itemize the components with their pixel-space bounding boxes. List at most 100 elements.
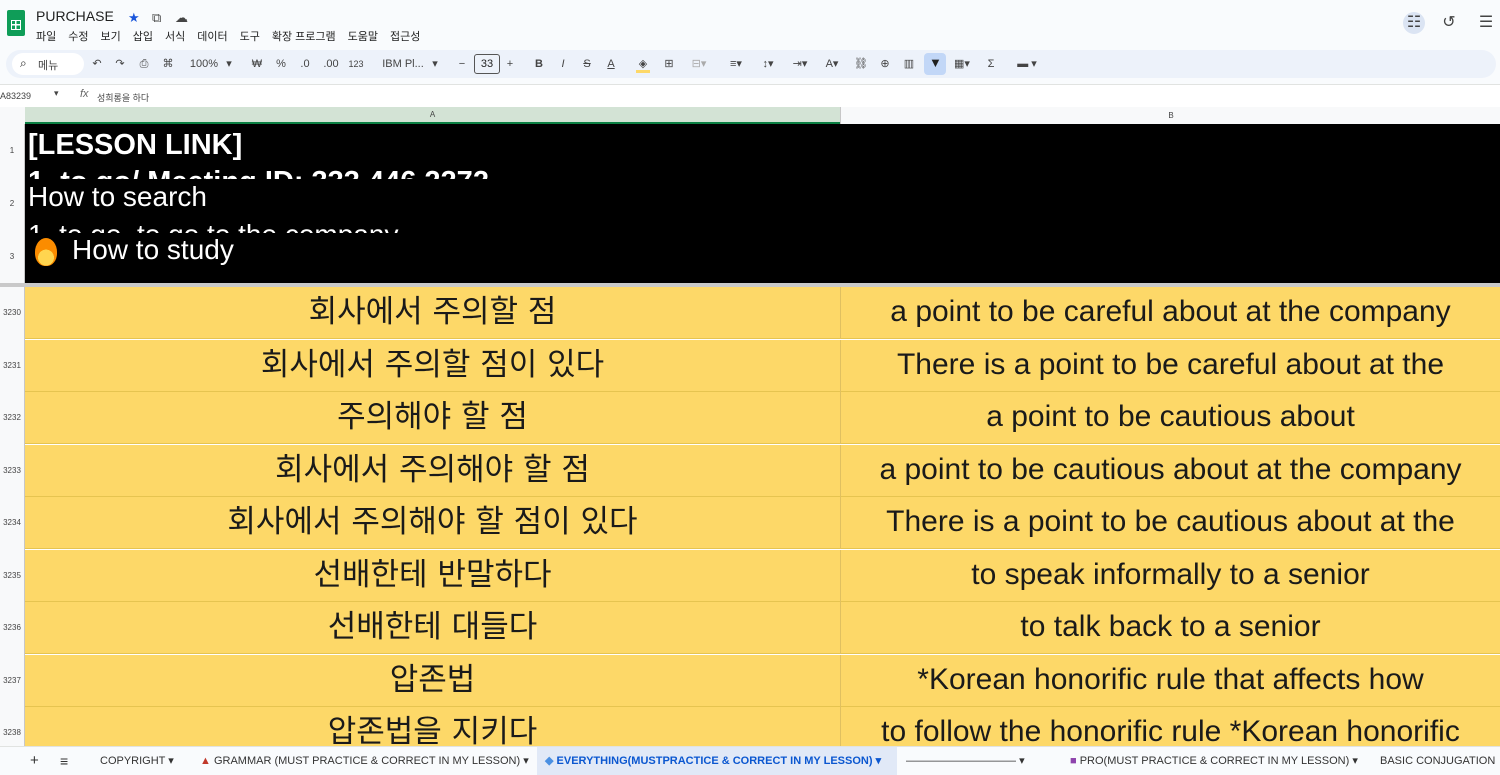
english-cell[interactable]: to follow the honorific rule *Korean hon…: [840, 707, 1500, 746]
menu-data[interactable]: 데이터: [197, 28, 227, 44]
menu-format[interactable]: 서식: [165, 28, 185, 44]
korean-cell[interactable]: 압존법: [25, 655, 840, 707]
english-cell[interactable]: to speak informally to a senior: [840, 549, 1500, 602]
row-number[interactable]: 1: [0, 124, 25, 177]
english-cell[interactable]: a point to be cautious about: [840, 392, 1500, 444]
english-cell[interactable]: There is a point to be careful about at …: [840, 339, 1500, 392]
formula-input[interactable]: 성희롱을 하다: [97, 91, 149, 104]
menu-accessibility[interactable]: 접근성: [390, 28, 420, 44]
tab-divider[interactable]: —————————— ▾: [906, 747, 1025, 775]
english-cell[interactable]: a point to be cautious about at the comp…: [840, 444, 1500, 497]
font-size-input[interactable]: 33: [474, 54, 500, 74]
fill-color-icon[interactable]: ◈: [636, 54, 650, 73]
merge-cells-icon[interactable]: ⊟▾: [688, 54, 710, 74]
korean-cell[interactable]: 주의해야 할 점: [25, 392, 840, 444]
menu-edit[interactable]: 수정: [68, 28, 88, 44]
row-number[interactable]: 3235: [0, 549, 25, 602]
font-chevron-icon[interactable]: ▾: [430, 54, 440, 74]
english-cell[interactable]: There is a point to be cautious about at…: [840, 497, 1500, 549]
tab-basic-conjugation[interactable]: BASIC CONJUGATION: [1380, 747, 1495, 775]
menu-file[interactable]: 파일: [36, 28, 56, 44]
text-wrap-icon[interactable]: ⇥▾: [788, 54, 812, 74]
tab-chevron-icon[interactable]: ▾: [1019, 755, 1025, 767]
row-number[interactable]: 3238: [0, 707, 25, 746]
filter-views-icon[interactable]: ▦▾: [950, 54, 974, 74]
redo-icon[interactable]: ↷: [113, 54, 127, 74]
korean-cell[interactable]: 회사에서 주의해야 할 점이 있다: [25, 497, 840, 549]
tab-chevron-icon[interactable]: ▾: [1352, 755, 1358, 767]
row-number[interactable]: 3231: [0, 339, 25, 392]
paint-format-icon[interactable]: ⌘: [161, 54, 175, 74]
menu-search-box[interactable]: ⌕ 메뉴: [12, 53, 84, 75]
decrease-decimal-button[interactable]: .0: [296, 54, 314, 74]
menu-help[interactable]: 도움말: [348, 28, 378, 44]
tab-chevron-icon[interactable]: ▾: [168, 755, 174, 767]
insert-link-icon[interactable]: ⛓: [854, 54, 868, 74]
column-header-a[interactable]: A: [25, 107, 840, 124]
comments-icon[interactable]: ☰: [1475, 12, 1497, 34]
sheet-grid[interactable]: 1 2 3 [LESSON LINK] 1. to go/ Meeting ID…: [0, 124, 1500, 746]
font-size-decrease-button[interactable]: −: [456, 54, 468, 74]
english-cell[interactable]: *Korean honorific rule that affects how: [840, 654, 1500, 707]
font-size-increase-button[interactable]: +: [504, 54, 516, 74]
zoom-select[interactable]: 100%: [186, 54, 222, 74]
tab-everything[interactable]: ◆ EVERYTHING(MUSTPRACTICE & CORRECT IN M…: [537, 747, 897, 775]
print-icon[interactable]: ⎙: [137, 54, 151, 74]
tab-chevron-icon[interactable]: ▾: [523, 755, 529, 767]
row-number[interactable]: 3233: [0, 444, 25, 497]
document-title[interactable]: PURCHASE: [36, 8, 114, 24]
vertical-align-icon[interactable]: ↕▾: [756, 54, 780, 74]
currency-format-button[interactable]: ₩: [250, 54, 264, 74]
add-sheet-button[interactable]: +: [30, 747, 39, 775]
increase-decimal-button[interactable]: .00: [320, 54, 342, 74]
frozen-header-rows[interactable]: [LESSON LINK] 1. to go/ Meeting ID: 333 …: [25, 124, 1500, 283]
font-select[interactable]: IBM Pl...: [378, 54, 428, 74]
filter-button[interactable]: ▼: [924, 53, 946, 75]
row-number[interactable]: 3: [0, 230, 25, 283]
strikethrough-icon[interactable]: S: [580, 54, 594, 74]
tab-copyright[interactable]: COPYRIGHT ▾: [100, 747, 174, 775]
menu-tools[interactable]: 도구: [240, 28, 260, 44]
tab-grammar[interactable]: ▲ GRAMMAR (MUST PRACTICE & CORRECT IN MY…: [200, 747, 529, 775]
insert-comment-icon[interactable]: ⊕: [878, 54, 892, 74]
row-number[interactable]: 3237: [0, 654, 25, 707]
row-number[interactable]: 3234: [0, 497, 25, 550]
menu-extensions[interactable]: 확장 프로그램: [272, 28, 336, 44]
tab-chevron-icon[interactable]: ▾: [876, 755, 882, 767]
korean-cell[interactable]: 선배한테 반말하다: [25, 550, 840, 602]
input-tools-icon[interactable]: ▬ ▾: [1010, 54, 1044, 74]
row-number[interactable]: 3236: [0, 602, 25, 655]
menu-insert[interactable]: 삽입: [133, 28, 153, 44]
row-number[interactable]: 3232: [0, 392, 25, 445]
functions-icon[interactable]: Σ: [984, 54, 998, 74]
move-folder-icon[interactable]: ⧉: [152, 10, 161, 26]
zoom-chevron-icon[interactable]: ▾: [224, 54, 234, 74]
column-header-b[interactable]: B: [840, 107, 1500, 124]
name-box-chevron-icon[interactable]: ▾: [54, 88, 59, 99]
korean-cell[interactable]: 회사에서 주의할 점: [25, 287, 840, 339]
text-rotate-icon[interactable]: A▾: [820, 54, 844, 74]
row-number[interactable]: 3230: [0, 287, 25, 340]
star-icon[interactable]: ★: [128, 10, 140, 26]
insert-chart-icon[interactable]: ▥: [902, 54, 916, 74]
row-number[interactable]: 2: [0, 177, 25, 230]
korean-cell[interactable]: 회사에서 주의할 점이 있다: [25, 340, 840, 392]
korean-cell[interactable]: 회사에서 주의해야 할 점: [25, 445, 840, 497]
italic-icon[interactable]: I: [556, 54, 570, 74]
cloud-status-icon[interactable]: ☁: [175, 10, 188, 26]
sheets-logo-icon[interactable]: [7, 10, 25, 36]
number-format-button[interactable]: 123: [346, 54, 366, 74]
undo-icon[interactable]: ↶: [90, 54, 104, 74]
english-cell[interactable]: to talk back to a senior: [840, 602, 1500, 654]
menu-view[interactable]: 보기: [101, 28, 121, 44]
korean-cell[interactable]: 압존법을 지키다: [25, 707, 840, 746]
bold-icon[interactable]: B: [532, 54, 546, 74]
tab-pro[interactable]: ■ PRO(MUST PRACTICE & CORRECT IN MY LESS…: [1070, 747, 1358, 775]
text-color-icon[interactable]: A: [604, 54, 618, 74]
all-sheets-button[interactable]: ≡: [60, 747, 68, 775]
english-cell[interactable]: a point to be careful about at the compa…: [840, 287, 1500, 339]
version-history-icon[interactable]: ↺: [1438, 12, 1460, 34]
korean-cell[interactable]: 선배한테 대들다: [25, 602, 840, 654]
name-box[interactable]: A83239: [0, 91, 31, 101]
meet-account-icon[interactable]: ☷: [1403, 12, 1425, 34]
